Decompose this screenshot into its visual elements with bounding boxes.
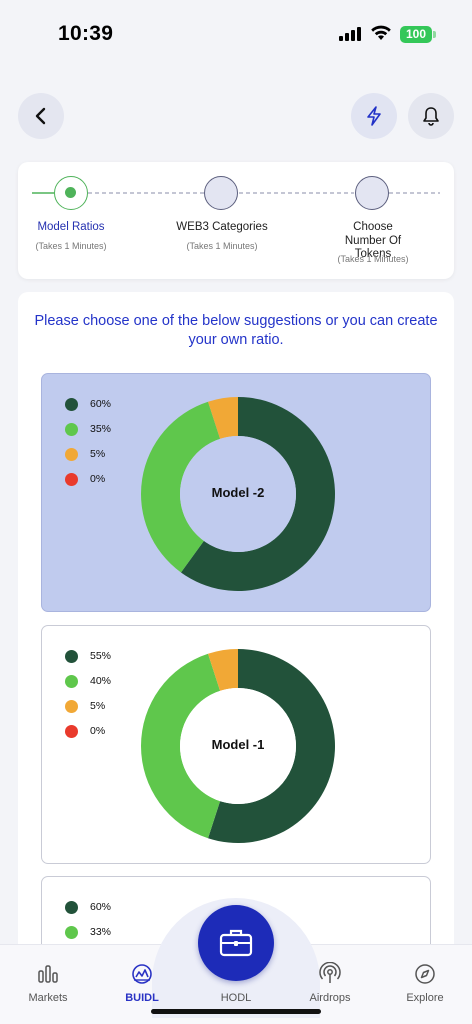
legend-value: 35% <box>90 423 112 435</box>
step-2-duration: (Takes 1 Minutes) <box>186 241 258 251</box>
nav-buidl[interactable]: BUIDL <box>102 962 182 1004</box>
legend-item: 60% <box>65 899 111 915</box>
back-button[interactable] <box>18 93 64 139</box>
wifi-icon <box>371 25 391 40</box>
model-card-2[interactable]: 60% 35% 5% 0% Model -2 <box>41 373 431 612</box>
signal-icon <box>339 27 361 41</box>
buidl-icon <box>132 964 152 984</box>
nav-hodl[interactable]: HODL <box>196 992 276 1004</box>
battery-indicator: 100 <box>400 26 432 43</box>
nav-airdrops[interactable]: Airdrops <box>290 962 370 1004</box>
legend-item: 35% <box>65 421 111 437</box>
step-1-label[interactable]: Model Ratios <box>11 221 131 235</box>
step-1-duration: (Takes 1 Minutes) <box>35 241 107 251</box>
hodl-fab-button[interactable] <box>198 905 274 981</box>
legend-value: 40% <box>90 675 112 687</box>
legend-dot-green <box>65 674 78 688</box>
step-1-indicator <box>54 176 88 210</box>
bolt-button[interactable] <box>351 93 397 139</box>
step-3-indicator <box>355 176 389 210</box>
legend-item: 60% <box>65 396 111 412</box>
legend-dot-red <box>65 472 78 486</box>
legend-dot-red <box>65 724 78 738</box>
legend-item: 55% <box>65 648 111 664</box>
step-active-dot <box>65 187 76 198</box>
model-name: Model -2 <box>211 485 265 500</box>
legend-dot-green <box>65 925 78 939</box>
legend-item: 0% <box>65 471 105 487</box>
nav-markets[interactable]: Markets <box>8 962 88 1004</box>
legend-item: 33% <box>65 924 111 940</box>
instruction-text: Please choose one of the below suggestio… <box>34 313 438 348</box>
legend-value: 5% <box>90 700 106 712</box>
nav-explore[interactable]: Explore <box>385 962 465 1004</box>
nav-label: Explore <box>406 992 444 1004</box>
legend-item: 5% <box>65 446 105 462</box>
status-time: 10:39 <box>58 22 114 45</box>
chevron-left-icon <box>35 107 46 125</box>
home-indicator <box>151 1009 321 1014</box>
legend-item: 5% <box>65 698 105 714</box>
step-2-indicator <box>204 176 238 210</box>
airdrop-icon <box>319 962 341 983</box>
model-card-1[interactable]: 55% 40% 5% 0% Model -1 <box>41 625 431 864</box>
step-2-label[interactable]: WEB3 Categories <box>162 221 282 235</box>
legend-value: 5% <box>90 448 106 460</box>
model-name: Model -1 <box>211 737 265 752</box>
legend-value: 0% <box>90 473 106 485</box>
legend-dot-orange <box>65 447 78 461</box>
nav-label: Markets <box>28 992 68 1004</box>
legend-dot-dark-green <box>65 397 78 411</box>
step-3-duration: (Takes 1 Minutes) <box>337 254 409 264</box>
legend-value: 55% <box>90 650 112 662</box>
briefcase-icon <box>219 929 253 957</box>
battery-tip <box>433 31 436 38</box>
status-bar: 10:39 100 <box>0 0 472 70</box>
legend-item: 0% <box>65 723 105 739</box>
legend-value: 60% <box>90 398 112 410</box>
stepper-card: Model Ratios (Takes 1 Minutes) WEB3 Cate… <box>18 162 454 279</box>
nav-label: HODL <box>220 992 252 1004</box>
bell-icon <box>423 107 439 126</box>
bar-chart-icon <box>38 965 58 983</box>
legend-dot-green <box>65 422 78 436</box>
legend-value: 60% <box>90 901 112 913</box>
legend-item: 40% <box>65 673 111 689</box>
legend-value: 33% <box>90 926 112 938</box>
notifications-button[interactable] <box>408 93 454 139</box>
nav-label: Airdrops <box>309 992 351 1004</box>
bolt-icon <box>367 106 381 126</box>
legend-value: 0% <box>90 725 106 737</box>
legend-dot-dark-green <box>65 649 78 663</box>
legend-dot-orange <box>65 699 78 713</box>
nav-label: BUIDL <box>125 992 159 1004</box>
compass-icon <box>415 964 435 984</box>
legend-dot-dark-green <box>65 900 78 914</box>
